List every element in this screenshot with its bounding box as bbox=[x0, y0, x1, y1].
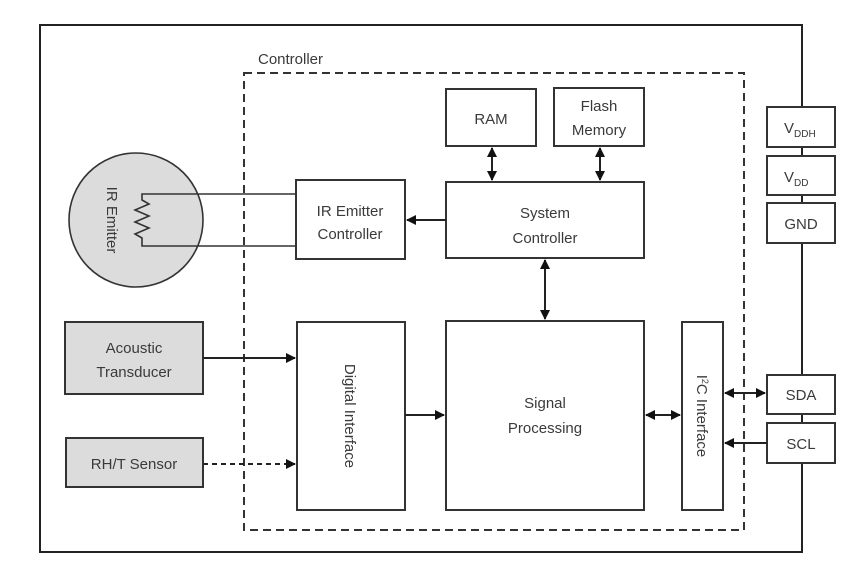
flash-memory-block: Flash Memory bbox=[553, 87, 645, 147]
system-controller-block: System Controller bbox=[445, 181, 645, 259]
digital-interface-block: Digital Interface bbox=[296, 321, 406, 511]
ir-emitter-controller-label-1: IR Emitter bbox=[317, 203, 384, 220]
digital-interface-label: Digital Interface bbox=[341, 364, 358, 468]
acoustic-transducer-block: Acoustic Transducer bbox=[64, 321, 204, 395]
pin-vdd: VDD bbox=[766, 155, 836, 196]
controller-label: Controller bbox=[258, 51, 323, 68]
pin-gnd: GND bbox=[766, 202, 836, 244]
pin-vddh: VDDH bbox=[766, 106, 836, 148]
ir-emitter-label: IR Emitter bbox=[103, 187, 120, 254]
ir-emitter-controller-label-2: Controller bbox=[317, 226, 382, 243]
block-diagram: Controller IR Emitter IR Emitter Control… bbox=[39, 24, 836, 553]
acoustic-transducer-label-2: Transducer bbox=[96, 364, 171, 381]
system-controller-label-2: Controller bbox=[512, 230, 577, 247]
pin-scl: SCL bbox=[766, 422, 836, 464]
i2c-interface-block: I2C Interface bbox=[681, 321, 724, 511]
pin-sda: SDA bbox=[766, 374, 836, 415]
signal-processing-block: Signal Processing bbox=[445, 320, 645, 511]
signal-processing-label-2: Processing bbox=[508, 420, 582, 437]
rht-sensor-label: RH/T Sensor bbox=[91, 456, 177, 473]
ram-label: RAM bbox=[474, 111, 507, 128]
flash-memory-label-2: Memory bbox=[572, 122, 627, 139]
i2c-interface-label: I2C Interface bbox=[693, 375, 710, 458]
system-controller-label-1: System bbox=[520, 205, 570, 222]
pin-scl-label: SCL bbox=[786, 436, 815, 453]
rht-sensor-block: RH/T Sensor bbox=[65, 437, 204, 488]
flash-memory-label-1: Flash bbox=[581, 98, 618, 115]
pin-gnd-label: GND bbox=[784, 216, 818, 233]
ir-emitter: IR Emitter bbox=[68, 152, 296, 288]
acoustic-transducer-label-1: Acoustic bbox=[106, 340, 163, 357]
signal-processing-label-1: Signal bbox=[524, 395, 566, 412]
pin-sda-label: SDA bbox=[786, 387, 817, 404]
ir-emitter-controller-block: IR Emitter Controller bbox=[295, 179, 406, 260]
ram-block: RAM bbox=[445, 88, 537, 147]
